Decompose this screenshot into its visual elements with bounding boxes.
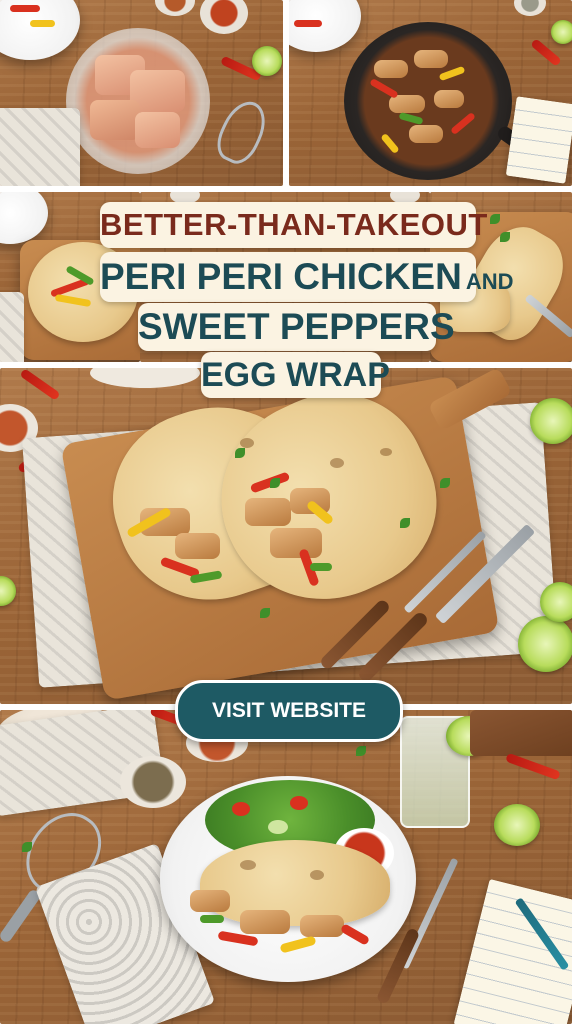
spice-bowl — [155, 0, 195, 16]
lime-slice — [518, 616, 572, 672]
title-line-dish: PERI PERI CHICKEN AND — [100, 252, 514, 302]
lime-slice — [530, 398, 572, 444]
raw-chicken — [90, 100, 140, 140]
title-line-peppers: SWEET PEPPERS — [138, 303, 455, 351]
napkin — [0, 108, 80, 186]
lime-slice — [0, 576, 16, 606]
raw-chicken — [135, 112, 180, 148]
photo-hero-wraps — [0, 368, 572, 704]
title-card: BETTER-THAN-TAKEOUT PERI PERI CHICKEN AND… — [98, 202, 514, 398]
skillet — [344, 22, 512, 180]
chili-pepper — [19, 368, 61, 401]
photo-plated-wrap — [0, 710, 572, 1024]
title-conjunction: AND — [465, 269, 514, 294]
title-dish-name: PERI PERI CHICKEN — [100, 256, 462, 297]
spice-bowl — [120, 756, 186, 808]
collage-divider — [0, 186, 572, 192]
photo-skillet — [289, 0, 572, 186]
title-eyebrow: BETTER-THAN-TAKEOUT — [100, 202, 487, 248]
lime-slice — [551, 20, 572, 44]
spice-bowl — [200, 0, 248, 34]
whisk — [210, 94, 274, 170]
recipe-pin: BETTER-THAN-TAKEOUT PERI PERI CHICKEN AND… — [0, 0, 572, 1024]
plated-wrap — [200, 840, 390, 926]
collage-divider — [283, 0, 288, 186]
notepad — [505, 96, 572, 184]
visit-website-button[interactable]: VISIT WEBSITE — [175, 680, 403, 742]
lime-slice — [494, 804, 540, 846]
spice-bowl — [514, 0, 546, 16]
lime-slice — [540, 582, 572, 622]
lime-slice — [252, 46, 282, 76]
title-line-wrap: EGG WRAP — [201, 352, 390, 398]
photo-raw-chicken — [0, 0, 283, 186]
